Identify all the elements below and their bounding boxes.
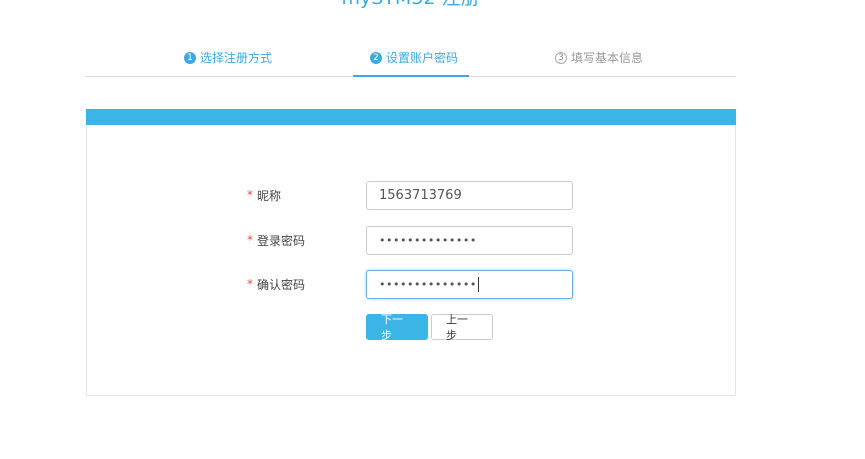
password-input[interactable]: •••••••••••••• [366, 225, 573, 255]
step-choose-method: 1 选择注册方式 [184, 49, 272, 66]
card-header-bar [86, 109, 736, 125]
prev-button[interactable]: 上一步 [431, 313, 493, 342]
confirm-password-row: * 确认密码 •••••••••••••• [247, 269, 573, 299]
registration-page: mySTM32 注册 1 选择注册方式 2 设置账户密码 3 填写基本信息 * … [0, 0, 865, 459]
active-step-underline [353, 75, 469, 77]
required-mark: * [247, 277, 253, 291]
nickname-value: 1563713769 [379, 187, 462, 203]
confirm-password-value: •••••••••••••• [379, 277, 477, 291]
step-indicator: 1 选择注册方式 2 设置账户密码 3 填写基本信息 [86, 40, 736, 77]
step-label: 设置账户密码 [386, 51, 459, 65]
required-mark: * [247, 188, 253, 202]
password-label-text: 登录密码 [257, 233, 306, 248]
step-number-1: 1 [184, 51, 196, 64]
nickname-input[interactable]: 1563713769 [366, 180, 573, 210]
password-label: * 登录密码 [247, 232, 366, 249]
form-actions: 下一步 上一步 [366, 313, 493, 342]
nickname-label: * 昵称 [247, 187, 366, 204]
step-label: 填写基本信息 [571, 51, 644, 65]
step-number-2: 2 [370, 51, 382, 64]
required-mark: * [247, 233, 253, 247]
step-label: 选择注册方式 [200, 51, 273, 65]
password-value: •••••••••••••• [379, 233, 477, 247]
password-row: * 登录密码 •••••••••••••• [247, 225, 573, 255]
nickname-row: * 昵称 1563713769 [247, 180, 573, 210]
step-number-3: 3 [555, 51, 567, 64]
confirm-password-label-text: 确认密码 [257, 277, 306, 292]
step-set-password: 2 设置账户密码 [370, 49, 458, 66]
confirm-password-label: * 确认密码 [247, 276, 366, 293]
step-basic-info: 3 填写基本信息 [555, 49, 643, 66]
confirm-password-input[interactable]: •••••••••••••• [366, 269, 573, 299]
nickname-label-text: 昵称 [257, 188, 282, 203]
text-caret [477, 276, 479, 292]
next-button[interactable]: 下一步 [366, 313, 428, 342]
form-card: * 昵称 1563713769 * 登录密码 •••••••••••••• * … [86, 109, 736, 396]
page-title: mySTM32 注册 [0, 0, 821, 10]
